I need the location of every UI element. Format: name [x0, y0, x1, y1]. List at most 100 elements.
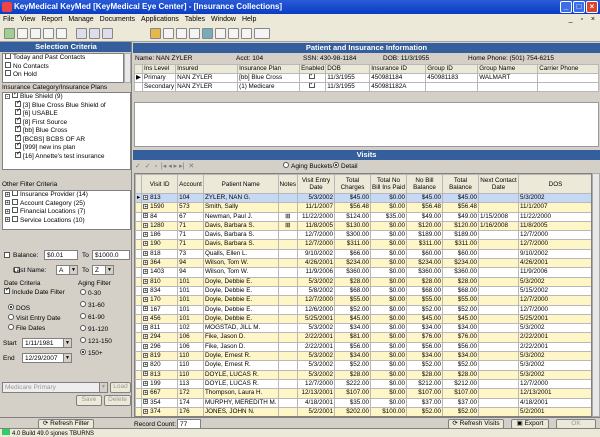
expand-icon[interactable]: +: [5, 208, 10, 214]
toolbar-doc-icon[interactable]: [189, 28, 200, 39]
visits-scrollbar[interactable]: [592, 173, 600, 417]
calendar-dropdown-icon[interactable]: ▼: [63, 354, 71, 362]
radio[interactable]: [333, 162, 339, 169]
radio[interactable]: [80, 313, 86, 320]
checkbox[interactable]: [15, 116, 21, 124]
checkbox[interactable]: [12, 198, 18, 205]
table-row[interactable]: +354 174 MURPHY, MEREDITH M. 4/18/2001 $35.0…: [135, 397, 591, 408]
expand-row-icon[interactable]: +: [143, 306, 149, 312]
toolbar-cross-icon[interactable]: [30, 28, 41, 39]
table-row[interactable]: +1403 94 Wilson, Tom W. 11/9/2006 $360.00 $0.…: [135, 267, 591, 278]
col-header[interactable]: Next Contact Date: [478, 174, 519, 194]
aging-buckets-option[interactable]: Aging Buckets: [283, 162, 333, 170]
col-header[interactable]: Account: [177, 174, 204, 194]
tree-item[interactable]: [16] Annette's test insurance: [3, 150, 130, 162]
expand-row-icon[interactable]: +: [143, 343, 149, 349]
col-header[interactable]: Total Charges: [334, 174, 371, 194]
expand-row-icon[interactable]: +: [143, 297, 149, 303]
table-row[interactable]: +810 101 Doyle, Debbie E. 5/3/2002 $28.00 $0.…: [135, 276, 591, 287]
expand-row-icon[interactable]: +: [143, 399, 149, 405]
expand-row-icon[interactable]: +: [143, 194, 149, 200]
save-button[interactable]: Save: [76, 395, 102, 406]
delete-icon[interactable]: ✕: [188, 163, 194, 170]
checkbox[interactable]: [12, 215, 18, 222]
list-item[interactable]: No Contacts: [3, 61, 123, 72]
col-header[interactable]: Insurance ID: [369, 64, 427, 74]
expand-row-icon[interactable]: +: [143, 278, 149, 284]
expand-row-icon[interactable]: +: [143, 287, 149, 293]
tree-item[interactable]: [8] First Source: [3, 116, 130, 128]
expand-row-icon[interactable]: +: [143, 408, 149, 414]
checkbox[interactable]: [12, 191, 18, 197]
end-date-field[interactable]: 12/29/2007 ▼: [22, 353, 72, 363]
col-header[interactable]: No Bill Balance: [406, 174, 443, 194]
chevron-down-icon[interactable]: ▼: [105, 266, 113, 274]
expand-row-icon[interactable]: +: [143, 380, 149, 386]
menu-applications[interactable]: Applications: [138, 14, 182, 26]
expand-row-icon[interactable]: +: [143, 269, 149, 275]
tree-item[interactable]: + Account Category (25): [3, 198, 130, 209]
minimize-button[interactable]: _: [560, 1, 572, 13]
aging-option[interactable]: 91-120: [80, 325, 108, 333]
col-header[interactable]: Carrier Phone: [537, 64, 599, 74]
table-row[interactable]: +186 71 Davis, Barbara S. 12/7/2000 $300.00 $…: [135, 230, 591, 241]
balance-checkbox[interactable]: [4, 252, 10, 259]
table-row[interactable]: +667 172 Thompson, Laura H. 12/13/2001 $107.…: [135, 388, 591, 399]
tree-item[interactable]: [BCBS] BCBS OF AR: [3, 133, 130, 145]
collapse-icon[interactable]: -: [5, 93, 10, 99]
detail-option[interactable]: Detail: [333, 162, 358, 170]
checkbox[interactable]: [5, 54, 11, 60]
date-option-dos[interactable]: DOS: [8, 304, 30, 312]
toolbar-new-icon[interactable]: [4, 28, 15, 39]
tree-item[interactable]: + Financial Locations (7): [3, 207, 130, 217]
expand-row-icon[interactable]: +: [143, 362, 149, 368]
col-header[interactable]: Visit ID: [141, 174, 179, 194]
aging-option[interactable]: 61-90: [80, 313, 105, 321]
check-icon[interactable]: ✓: [145, 163, 151, 170]
table-row[interactable]: +1280 71 Davis, Barbara S. ⊞ 11/8/2005 $130.0…: [135, 220, 591, 232]
tree-item[interactable]: [6] USABLE: [3, 107, 130, 119]
expand-row-icon[interactable]: +: [143, 232, 149, 238]
enabled-checkbox[interactable]: [308, 74, 315, 80]
mdi-minimize-icon[interactable]: _: [566, 14, 576, 26]
toolbar-camera-icon[interactable]: [241, 28, 252, 39]
table-row[interactable]: +296 106 Fike, Jason D. 2/22/2001 $56.00 $0.0…: [135, 341, 591, 353]
toolbar-grid-icon[interactable]: [176, 28, 187, 39]
toolbar-calendar-icon[interactable]: [202, 28, 213, 39]
lastname-from-select[interactable]: A ▼: [56, 265, 78, 275]
table-row[interactable]: +294 106 Fike, Jason D. 2/22/2001 $81.00 $0.0…: [135, 332, 591, 343]
col-header[interactable]: Patient Name: [202, 174, 279, 194]
radio[interactable]: [283, 162, 289, 169]
table-row[interactable]: +190 71 Davis, Barbara S. 12/7/2000 $311.00 $…: [135, 239, 591, 250]
enabled-checkbox[interactable]: [308, 83, 315, 89]
aging-option[interactable]: 31-60: [80, 301, 105, 309]
tree-root[interactable]: -Blue Shield (9): [3, 93, 130, 102]
expand-icon[interactable]: +: [5, 217, 10, 223]
expand-row-icon[interactable]: +: [143, 222, 149, 228]
toolbar-forward-icon[interactable]: [89, 28, 100, 39]
menu-manage[interactable]: Manage: [65, 14, 96, 26]
toolbar-folder-icon[interactable]: [150, 28, 161, 39]
toolbar-nav-icon[interactable]: [102, 28, 113, 39]
table-row[interactable]: +819 110 Doyle, Ernest R. 5/3/2002 $34.00 $0.…: [135, 351, 591, 362]
menu-report[interactable]: Report: [38, 14, 65, 26]
table-row[interactable]: +170 101 Doyle, Debbie E. 12/7/2000 $55.00 $0…: [135, 295, 591, 306]
radio[interactable]: [8, 314, 14, 321]
include-date-filter[interactable]: Include Date Filter: [4, 286, 65, 296]
checkbox[interactable]: [15, 141, 21, 150]
expand-row-icon[interactable]: +: [143, 250, 149, 256]
expand-row-icon[interactable]: +: [143, 241, 149, 247]
calendar-dropdown-icon[interactable]: ▼: [63, 339, 71, 347]
tree-item[interactable]: [999] new ins plan: [3, 141, 130, 153]
col-header[interactable]: Insurance Plan: [237, 64, 301, 74]
toolbar-check-icon[interactable]: [17, 28, 28, 39]
checkbox[interactable]: [15, 124, 21, 133]
checkbox[interactable]: [15, 150, 21, 158]
expand-row-icon[interactable]: +: [143, 390, 149, 396]
checkbox[interactable]: [15, 99, 21, 107]
delete-button[interactable]: Delete: [104, 395, 131, 406]
radio[interactable]: [80, 289, 86, 296]
insurance-row[interactable]: Secondary NAN ZYLER (1) Medicare 11/3/19…: [134, 82, 599, 92]
chevron-down-icon[interactable]: ▼: [99, 383, 107, 392]
expand-icon[interactable]: +: [5, 191, 10, 197]
